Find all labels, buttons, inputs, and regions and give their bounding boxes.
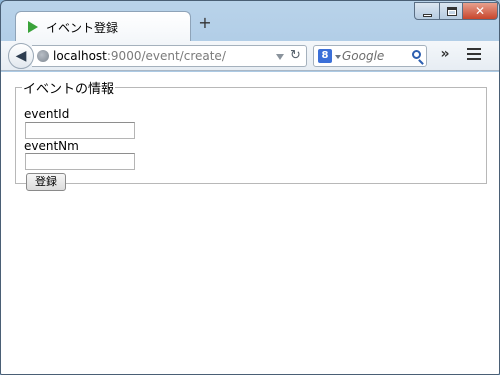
browser-tab[interactable]: イベント登録 xyxy=(15,11,191,41)
close-button[interactable]: ✕ xyxy=(462,2,498,20)
browser-window: イベント登録 + ✕ localhost:9000/event/create/ … xyxy=(0,0,500,375)
play-triangle-icon xyxy=(28,21,38,33)
event-nm-label: eventNm xyxy=(24,139,79,153)
event-info-fieldset: イベントの情報 eventId eventNm 登録 xyxy=(15,78,487,191)
reload-icon[interactable]: ↻ xyxy=(290,48,301,63)
event-id-label: eventId xyxy=(24,107,70,121)
magnifier-icon[interactable] xyxy=(412,50,421,59)
url-bar[interactable]: localhost:9000/event/create/ ↻ xyxy=(32,45,307,67)
hamburger-menu-icon[interactable] xyxy=(467,48,481,62)
url-path: :9000/event/create/ xyxy=(106,49,226,63)
toolbar-overflow-button[interactable]: » xyxy=(437,46,453,66)
search-engine-icon[interactable]: 8 xyxy=(318,49,332,63)
event-nm-input[interactable] xyxy=(25,153,135,170)
minimize-button[interactable] xyxy=(414,2,440,20)
page-content: イベントの情報 eventId eventNm 登録 xyxy=(1,72,499,374)
url-host: localhost xyxy=(53,49,107,63)
register-button[interactable]: 登録 xyxy=(26,173,66,191)
tab-title: イベント登録 xyxy=(46,21,119,35)
fieldset-legend: イベントの情報 xyxy=(23,82,115,97)
search-engine-caret-icon[interactable] xyxy=(335,55,341,59)
minimize-icon xyxy=(423,14,432,17)
back-arrow-icon: ◀ xyxy=(15,48,27,64)
url-text[interactable]: localhost:9000/event/create/ xyxy=(53,49,226,63)
chevron-down-icon[interactable] xyxy=(276,54,284,60)
search-bar[interactable]: 8 Google xyxy=(313,45,427,67)
maximize-button[interactable] xyxy=(439,2,463,20)
close-icon: ✕ xyxy=(474,4,486,18)
navigation-toolbar: localhost:9000/event/create/ ↻ ◀ 8 Googl… xyxy=(1,41,499,71)
new-tab-button[interactable]: + xyxy=(197,15,213,31)
back-button[interactable]: ◀ xyxy=(8,43,34,69)
search-placeholder: Google xyxy=(342,49,385,63)
globe-icon xyxy=(37,50,49,62)
event-id-input[interactable] xyxy=(25,122,135,139)
title-bar: イベント登録 + ✕ xyxy=(1,1,499,41)
maximize-icon xyxy=(447,7,457,16)
